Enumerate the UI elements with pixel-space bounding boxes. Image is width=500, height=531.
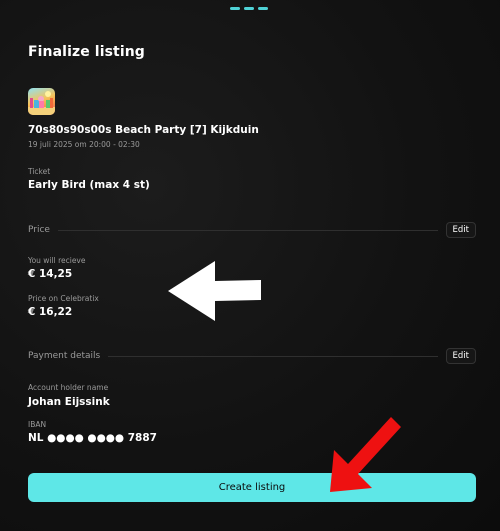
event-name: 70s80s90s00s Beach Party [7] Kijkduin: [28, 124, 259, 136]
platform-price-label: Price on Celebratix: [28, 294, 99, 303]
event-thumbnail: [28, 88, 55, 115]
event-date: 19 juli 2025 om 20:00 - 02:30: [28, 140, 140, 149]
payment-section-title: Payment details: [28, 351, 101, 361]
page-title: Finalize listing: [28, 44, 145, 60]
annotation-arrow-left-icon: [168, 261, 261, 321]
payment-section-header: Payment details Edit: [28, 346, 476, 366]
create-listing-button[interactable]: Create listing: [28, 473, 476, 502]
handle-dash: [230, 7, 240, 10]
handle-dash: [244, 7, 254, 10]
handle-dash: [258, 7, 268, 10]
section-divider: [108, 355, 438, 357]
account-holder-label: Account holder name: [28, 383, 109, 392]
sheet-drag-handle[interactable]: [230, 7, 268, 10]
platform-price-value: € 16,22: [28, 306, 73, 318]
ticket-label: Ticket: [28, 167, 51, 176]
section-divider: [57, 229, 438, 231]
iban-value: NL ●●●● ●●●● 7887: [28, 432, 157, 444]
event-image-icon: [28, 91, 55, 115]
receive-label: You will recieve: [28, 256, 86, 265]
receive-value: € 14,25: [28, 268, 73, 280]
payment-edit-button[interactable]: Edit: [445, 347, 476, 365]
iban-label: IBAN: [28, 420, 47, 429]
account-holder-value: Johan Eijssink: [28, 396, 110, 408]
ticket-value: Early Bird (max 4 st): [28, 179, 150, 191]
annotation-arrow-down-left-icon: [330, 417, 401, 492]
price-section-title: Price: [28, 225, 50, 235]
price-section-header: Price Edit: [28, 220, 476, 240]
price-edit-button[interactable]: Edit: [445, 221, 476, 239]
